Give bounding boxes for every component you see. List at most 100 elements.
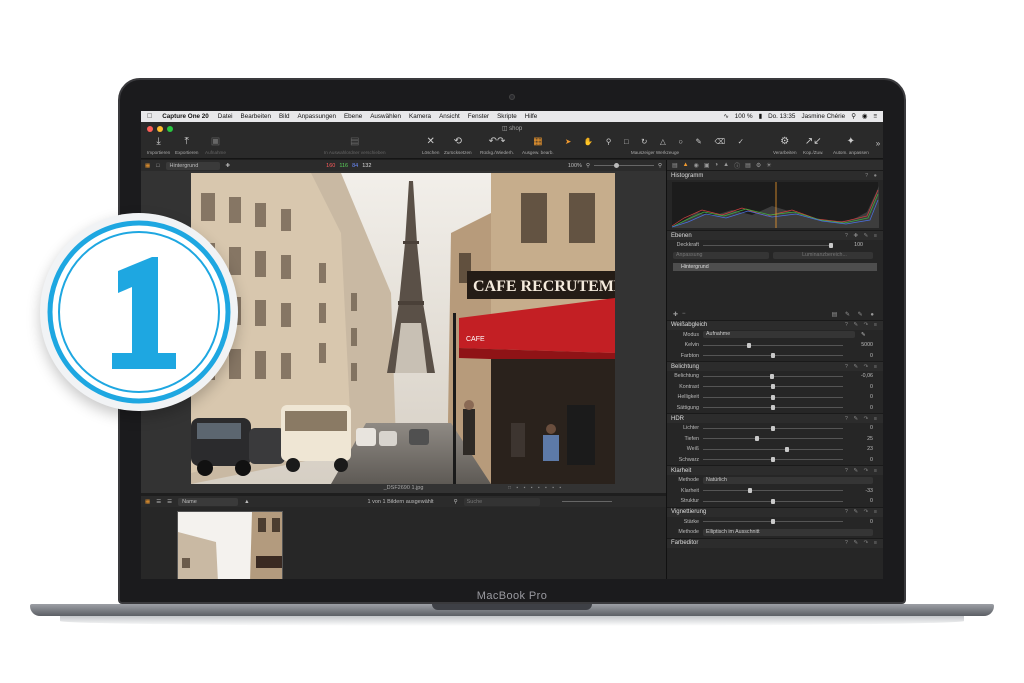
exposure-slider-knob[interactable] bbox=[769, 373, 774, 379]
layers-controls[interactable]: ? ✚ ✎ ≡ bbox=[845, 233, 879, 239]
wb-slider-knob[interactable] bbox=[771, 353, 775, 359]
exposure-slider[interactable] bbox=[703, 384, 843, 390]
layer-tools-icons[interactable]: ▤ ✎ ✎ ● bbox=[832, 311, 877, 318]
opacity-knob[interactable] bbox=[829, 242, 833, 248]
tab-details-icon[interactable]: ▲ bbox=[723, 162, 729, 168]
tab-library-icon[interactable]: ▤ bbox=[672, 162, 678, 169]
battery-icon[interactable]: ▮ bbox=[759, 113, 762, 120]
histogram-header[interactable]: Histogramm ? ● bbox=[667, 170, 883, 180]
wb-mode-select[interactable]: Aufnahme bbox=[703, 331, 855, 339]
vignette-slider[interactable] bbox=[703, 519, 843, 525]
vignette-slider-knob[interactable] bbox=[771, 519, 775, 525]
crop-tool-icon[interactable]: □ bbox=[624, 137, 630, 146]
exposure-slider[interactable] bbox=[703, 405, 843, 411]
white-balance-controls[interactable]: ? ✎ ↷ ≡ bbox=[845, 322, 879, 328]
exposure-value[interactable]: 0 bbox=[843, 394, 873, 400]
layer-item[interactable]: Hintergrund bbox=[673, 263, 877, 271]
layer-select[interactable]: Hintergrund bbox=[165, 161, 220, 170]
menu-kamera[interactable]: Kamera bbox=[409, 113, 431, 120]
siri-icon[interactable]: ◉ bbox=[862, 113, 868, 120]
wb-slider[interactable] bbox=[703, 353, 843, 359]
edit-selected-button[interactable]: ▦ Ausgew. bearb. bbox=[522, 134, 554, 156]
thumbnail-size-slider[interactable] bbox=[561, 501, 612, 502]
apple-icon[interactable]:  bbox=[147, 113, 152, 120]
loupe-tool-icon[interactable]: ⚲ bbox=[606, 137, 613, 146]
menu-hilfe[interactable]: Hilfe bbox=[525, 113, 538, 120]
clarity-controls[interactable]: ? ✎ ↷ ≡ bbox=[845, 468, 879, 474]
clarity-slider-knob[interactable] bbox=[747, 488, 752, 494]
auto-adjust-button[interactable]: ✦ Autom. anpassen bbox=[833, 134, 869, 156]
clarity-slider[interactable] bbox=[703, 488, 843, 494]
process-button[interactable]: ⚙ Verarbeiten bbox=[773, 134, 797, 156]
capture-button[interactable]: ▣ Aufnahme bbox=[205, 134, 226, 156]
tab-adjust-icon[interactable]: ▤ bbox=[745, 162, 751, 169]
hdr-slider[interactable] bbox=[703, 457, 843, 463]
wb-slider[interactable] bbox=[703, 342, 843, 348]
exposure-slider-knob[interactable] bbox=[771, 405, 775, 411]
spot-tool-icon[interactable]: ○ bbox=[678, 137, 684, 146]
menu-anpassungen[interactable]: Anpassungen bbox=[297, 113, 336, 120]
exposure-header[interactable]: Belichtung ? ✎ ↷ ≡ bbox=[667, 361, 883, 371]
menu-datei[interactable]: Datei bbox=[218, 113, 233, 120]
clock[interactable]: Do. 13:35 bbox=[768, 113, 795, 120]
add-layer-icon[interactable]: ✚ bbox=[226, 163, 231, 169]
vignette-value[interactable]: 0 bbox=[843, 519, 873, 525]
clarity-value[interactable]: -33 bbox=[843, 488, 873, 494]
tab-capture-icon[interactable]: ▲ bbox=[683, 162, 689, 168]
layers-header[interactable]: Ebenen ? ✚ ✎ ≡ bbox=[667, 230, 883, 240]
vignette-controls[interactable]: ? ✎ ↷ ≡ bbox=[845, 509, 879, 515]
luminance-range-button[interactable]: Luminanzbereich... bbox=[773, 252, 873, 260]
tab-styles-icon[interactable]: ☀ bbox=[766, 162, 771, 169]
hdr-value[interactable]: 0 bbox=[843, 425, 873, 431]
zoom-level[interactable]: 100% bbox=[568, 163, 582, 169]
vignette-header[interactable]: Vignettierung ? ✎ ↷ ≡ bbox=[667, 506, 883, 517]
reset-button[interactable]: ⟲ Zurücksetzen bbox=[444, 134, 472, 156]
hdr-header[interactable]: HDR ? ✎ ↷ ≡ bbox=[667, 413, 883, 423]
menu-auswaehlen[interactable]: Auswählen bbox=[370, 113, 401, 120]
wb-value[interactable]: 5000 bbox=[843, 342, 873, 348]
user-name[interactable]: Jasmine Chérie bbox=[801, 113, 845, 120]
single-view-icon[interactable]: □ bbox=[156, 163, 159, 169]
exposure-slider-knob[interactable] bbox=[771, 394, 775, 400]
exposure-slider[interactable] bbox=[703, 394, 843, 400]
thumbnail[interactable] bbox=[177, 511, 283, 579]
wb-value[interactable]: 0 bbox=[843, 353, 873, 359]
hdr-slider-knob[interactable] bbox=[784, 446, 789, 452]
import-button[interactable]: ⤓ Importieren bbox=[147, 134, 170, 156]
eyedropper-icon[interactable]: ✎ bbox=[861, 332, 865, 338]
battery-text[interactable]: 100 % bbox=[735, 113, 753, 120]
browser-filmstrip-icon[interactable]: ☰ bbox=[167, 499, 172, 505]
app-menu[interactable]: Capture One 20 bbox=[162, 113, 209, 120]
notification-icon[interactable]: ≡ bbox=[873, 113, 877, 120]
export-button[interactable]: ⤒ Exportieren bbox=[175, 134, 199, 156]
browser-grid-icon[interactable]: ▦ bbox=[145, 499, 150, 505]
opacity-value[interactable]: 100 bbox=[833, 242, 863, 248]
menu-ansicht[interactable]: Ansicht bbox=[439, 113, 460, 120]
pointer-tool-icon[interactable]: ➤ bbox=[565, 137, 572, 146]
browser-list-icon[interactable]: ☰ bbox=[156, 499, 161, 505]
color-editor-header[interactable]: Farbeditor ? ✎ ↷ ≡ bbox=[667, 537, 883, 548]
tab-info-icon[interactable]: ⓘ bbox=[734, 161, 740, 170]
menu-bild[interactable]: Bild bbox=[279, 113, 290, 120]
white-balance-header[interactable]: Weißabgleich ? ✎ ↷ ≡ bbox=[667, 319, 883, 330]
hdr-slider-knob[interactable] bbox=[771, 425, 775, 431]
clarity-slider[interactable] bbox=[703, 498, 843, 504]
picker-tool-icon[interactable]: ✓ bbox=[738, 137, 745, 146]
delete-button[interactable]: ✕ Löschen bbox=[422, 134, 439, 156]
rotate-tool-icon[interactable]: ↻ bbox=[641, 137, 648, 146]
exposure-slider-knob[interactable] bbox=[771, 384, 775, 390]
eraser-tool-icon[interactable]: ⌫ bbox=[714, 137, 726, 146]
zoom-in-icon[interactable]: ⚲ bbox=[658, 163, 662, 169]
layer-adjust-button[interactable]: Anpassung bbox=[673, 252, 769, 260]
wb-slider-knob[interactable] bbox=[746, 342, 751, 348]
undo-redo-button[interactable]: ↶↷ Rückg./Wiederh. bbox=[480, 134, 514, 156]
hdr-value[interactable]: 0 bbox=[843, 457, 873, 463]
remove-layer-icon[interactable]: − bbox=[682, 311, 686, 317]
hdr-controls[interactable]: ? ✎ ↷ ≡ bbox=[845, 416, 879, 422]
hdr-slider-knob[interactable] bbox=[754, 436, 759, 442]
clarity-method-select[interactable]: Natürlich bbox=[703, 476, 873, 484]
main-photo[interactable]: CAFE RECRUTEMENT CAFE bbox=[191, 173, 615, 484]
sort-direction-icon[interactable]: ▲ bbox=[244, 499, 249, 505]
clarity-value[interactable]: 0 bbox=[843, 498, 873, 504]
zoom-slider-knob[interactable] bbox=[613, 163, 619, 168]
